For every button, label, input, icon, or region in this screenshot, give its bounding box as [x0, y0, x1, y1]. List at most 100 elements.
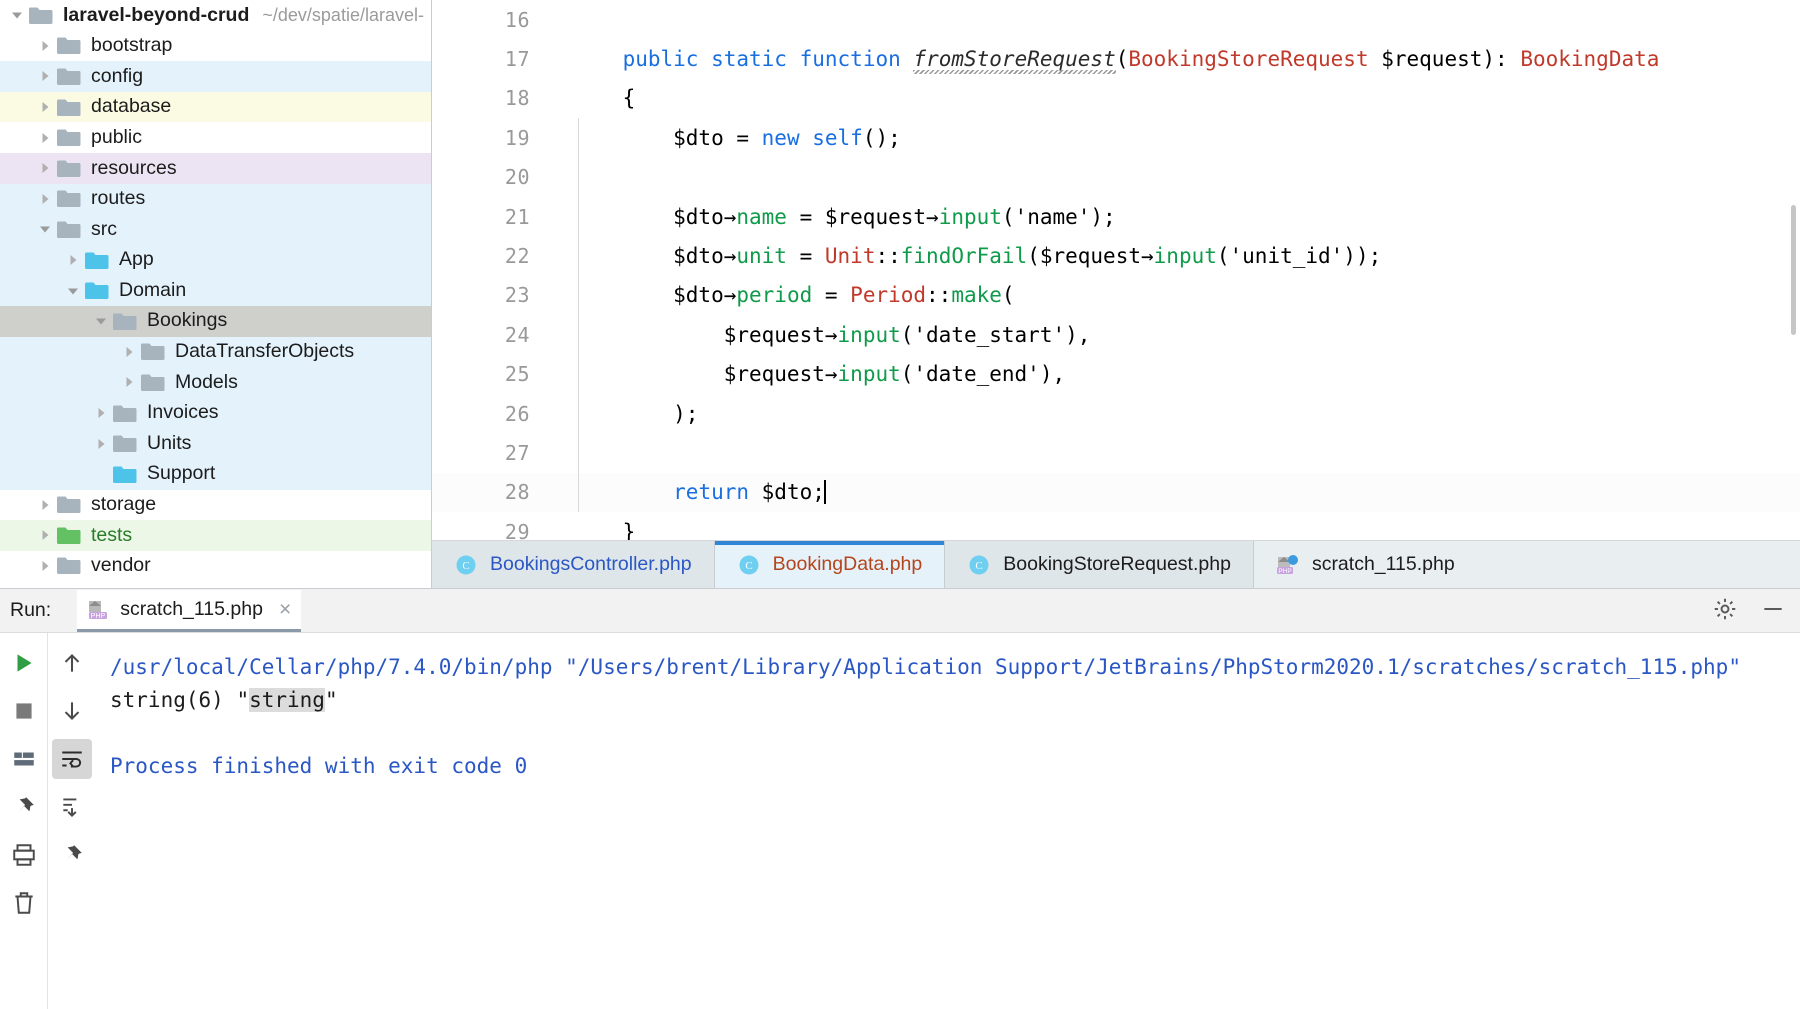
svg-text:PHP: PHP — [1278, 568, 1291, 575]
code-token — [800, 126, 813, 150]
code-line[interactable]: 22 $dto→unit = Unit::findOrFail($request… — [432, 236, 1800, 275]
code-token: $dto — [572, 283, 724, 307]
code-line[interactable]: 19 $dto = new self(); — [432, 118, 1800, 157]
code-token: make — [951, 283, 1002, 307]
tree-row-domain[interactable]: Domain — [0, 275, 431, 306]
tree-row-label: bootstrap — [91, 36, 172, 56]
line-number: 17 — [432, 47, 544, 71]
chevron-down-icon[interactable] — [90, 306, 112, 336]
tree-row-app[interactable]: App — [0, 245, 431, 276]
chevron-right-icon[interactable] — [34, 61, 56, 91]
chevron-right-icon[interactable] — [34, 123, 56, 153]
editor-scrollbar[interactable] — [1791, 205, 1796, 335]
tree-row-tests[interactable]: tests — [0, 520, 431, 551]
code-token: function — [800, 47, 901, 71]
chevron-down-icon[interactable] — [6, 0, 28, 30]
tree-row-routes[interactable]: routes — [0, 184, 431, 215]
project-tree-panel[interactable]: laravel-beyond-crud~/dev/spatie/laravel-… — [0, 0, 432, 588]
code-token: input — [838, 323, 901, 347]
chevron-down-icon[interactable] — [62, 276, 84, 306]
code-text: return $dto; — [544, 480, 826, 504]
run-tool-window-header: Run: PHP scratch_115.php × — [0, 589, 1800, 633]
pin-icon-button[interactable] — [52, 835, 92, 875]
tree-row-bootstrap[interactable]: bootstrap — [0, 31, 431, 62]
chevron-right-icon[interactable] — [34, 184, 56, 214]
code-line[interactable]: 20 — [432, 158, 1800, 197]
editor-tab-bar[interactable]: CBookingsController.phpCBookingData.phpC… — [432, 540, 1800, 588]
tree-row-laravel-beyond-crud[interactable]: laravel-beyond-crud~/dev/spatie/laravel- — [0, 0, 431, 31]
code-line[interactable]: 25 $request→input('date_end'), — [432, 355, 1800, 394]
code-token: period — [736, 283, 812, 307]
run-toolbar-left[interactable] — [0, 633, 48, 1009]
chevron-right-icon[interactable] — [118, 337, 140, 367]
code-line[interactable]: 24 $request→input('date_start'), — [432, 315, 1800, 354]
code-line[interactable]: 28 return $dto; — [432, 473, 1800, 512]
tree-row-src[interactable]: src — [0, 214, 431, 245]
folder-icon — [140, 337, 166, 367]
editor-tab-bookingdata-php[interactable]: CBookingData.php — [715, 541, 946, 588]
tree-row-public[interactable]: public — [0, 122, 431, 153]
stack-up-button[interactable] — [52, 643, 92, 683]
code-line[interactable]: 23 $dto→period = Period::make( — [432, 276, 1800, 315]
tree-row-storage[interactable]: storage — [0, 490, 431, 521]
editor-tab-bookingstorerequest-php[interactable]: CBookingStoreRequest.php — [945, 541, 1254, 588]
chevron-right-icon[interactable] — [34, 31, 56, 61]
run-console-output[interactable]: /usr/local/Cellar/php/7.4.0/bin/php "/Us… — [96, 633, 1800, 1009]
chevron-right-icon[interactable] — [34, 520, 56, 550]
code-line[interactable]: 21 $dto→name = $request→input('name'); — [432, 197, 1800, 236]
editor-tab-bookingscontroller-php[interactable]: CBookingsController.php — [432, 541, 715, 588]
tree-row-datatransferobjects[interactable]: DataTransferObjects — [0, 337, 431, 368]
tree-row-bookings[interactable]: Bookings — [0, 306, 431, 337]
tree-row-invoices[interactable]: Invoices — [0, 398, 431, 429]
code-line[interactable]: 18 { — [432, 79, 1800, 118]
chevron-right-icon[interactable] — [90, 429, 112, 459]
code-token: $request): — [1369, 47, 1521, 71]
chevron-right-icon[interactable] — [34, 551, 56, 581]
folder-icon — [56, 520, 82, 550]
chevron-right-icon[interactable] — [118, 367, 140, 397]
code-token: new — [762, 126, 800, 150]
editor-tab-scratch-115-php[interactable]: PHPscratch_115.php — [1254, 541, 1800, 588]
code-token: ( — [1116, 47, 1129, 71]
gear-icon[interactable] — [1712, 596, 1738, 627]
tree-row-units[interactable]: Units — [0, 428, 431, 459]
code-line[interactable]: 27 — [432, 433, 1800, 472]
tree-row-vendor[interactable]: vendor — [0, 551, 431, 582]
code-token: ('name'); — [1002, 205, 1116, 229]
code-line[interactable]: 26 ); — [432, 394, 1800, 433]
chevron-right-icon[interactable] — [34, 153, 56, 183]
tree-row-resources[interactable]: resources — [0, 153, 431, 184]
tree-row-support[interactable]: Support — [0, 459, 431, 490]
code-line[interactable]: 17 public static function fromStoreReque… — [432, 39, 1800, 78]
chevron-right-icon[interactable] — [34, 490, 56, 520]
chevron-right-icon[interactable] — [62, 245, 84, 275]
stack-down-button[interactable] — [52, 691, 92, 731]
soft-wrap-button[interactable] — [52, 739, 92, 779]
scroll-to-end-button[interactable] — [52, 787, 92, 827]
layout-icon-button[interactable] — [4, 739, 44, 779]
code-line[interactable]: 16 — [432, 0, 1800, 39]
code-token: ($request — [1027, 244, 1141, 268]
tree-row-models[interactable]: Models — [0, 367, 431, 398]
code-editor[interactable]: 1617 public static function fromStoreReq… — [432, 0, 1800, 540]
code-token: $dto — [572, 205, 724, 229]
tree-row-database[interactable]: database — [0, 92, 431, 123]
chevron-right-icon[interactable] — [90, 398, 112, 428]
run-toolbar-second[interactable] — [48, 633, 96, 1009]
run-configuration-tab[interactable]: PHP scratch_115.php × — [77, 590, 301, 632]
editor-panel: 1617 public static function fromStoreReq… — [432, 0, 1800, 588]
chevron-right-icon[interactable] — [34, 92, 56, 122]
close-icon[interactable]: × — [279, 599, 291, 620]
folder-icon — [56, 92, 82, 122]
code-token: → — [724, 205, 737, 229]
rerun-button[interactable] — [4, 643, 44, 683]
chevron-down-icon[interactable] — [34, 214, 56, 244]
folder-icon — [112, 459, 138, 489]
minimize-icon[interactable] — [1760, 596, 1786, 627]
clear-all-button[interactable] — [4, 883, 44, 923]
pin-tab-button[interactable] — [4, 787, 44, 827]
print-button[interactable] — [4, 835, 44, 875]
folder-icon — [56, 490, 82, 520]
stop-button[interactable] — [4, 691, 44, 731]
tree-row-config[interactable]: config — [0, 61, 431, 92]
